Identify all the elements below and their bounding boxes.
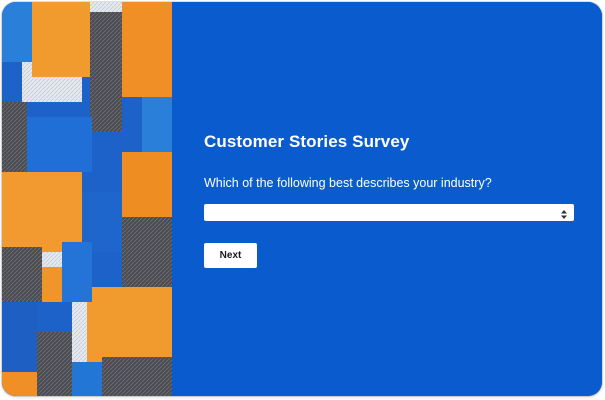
next-button[interactable]: Next <box>204 243 257 268</box>
abstract-painting-image <box>2 2 172 396</box>
up-down-chevron-icon <box>560 207 568 219</box>
industry-select[interactable] <box>204 204 574 221</box>
survey-card: Customer Stories Survey Which of the fol… <box>2 2 602 396</box>
survey-panel: Customer Stories Survey Which of the fol… <box>172 2 602 396</box>
industry-question: Which of the following best describes yo… <box>204 176 492 190</box>
survey-title: Customer Stories Survey <box>204 132 410 151</box>
